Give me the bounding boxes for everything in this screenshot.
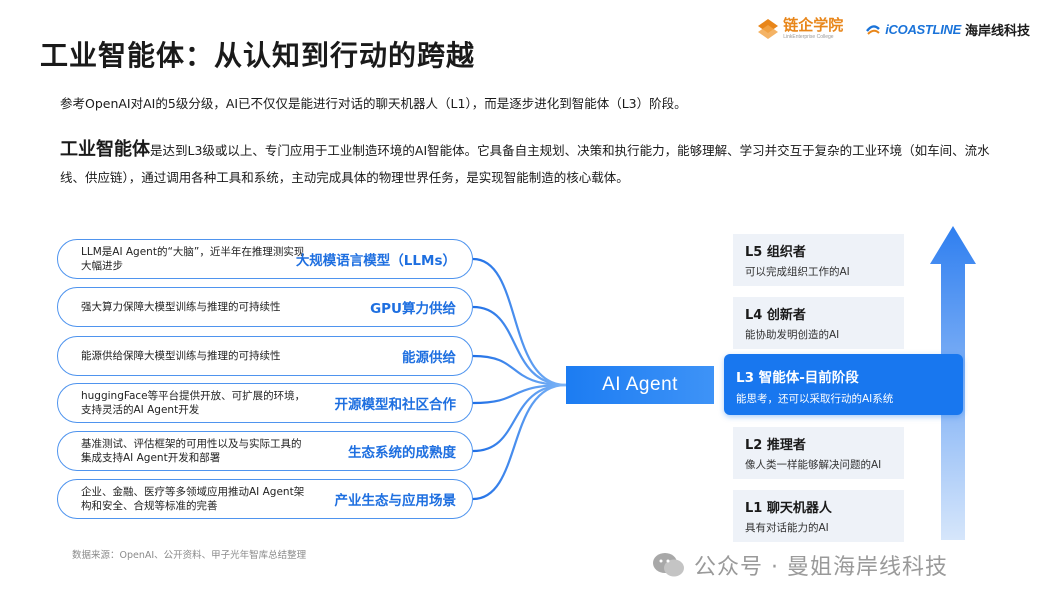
level-desc: 像人类一样能够解决问题的AI (745, 459, 882, 471)
level-card-current: L3 智能体-目前阶段能思考，还可以采取行动的AI系统 (724, 354, 963, 415)
level-title: L1 聊天机器人 (745, 501, 832, 516)
watermark-text: 公众号 · 曼姐海岸线科技 (694, 555, 948, 580)
level-card: L1 聊天机器人 具有对话能力的AI (733, 490, 904, 542)
level-card: L4 创新者能协助发明创造的AI (733, 297, 904, 349)
level-title: L2 推理者 (745, 438, 806, 453)
level-desc: 能协助发明创造的AI (745, 329, 840, 341)
level-desc: 能思考，还可以采取行动的AI系统 (736, 393, 894, 405)
level-title: L4 创新者 (745, 308, 806, 323)
slide: 工业智能体：从认知到行动的跨越 链企学院 LinkEnterprise Coll… (0, 0, 1054, 608)
level-title: L3 智能体-目前阶段 (736, 370, 859, 386)
watermark: 公众号 · 曼姐海岸线科技 (652, 549, 948, 581)
level-card: L5 组织者可以完成组织工作的AI (733, 234, 904, 286)
level-card: L2 推理者像人类一样能够解决问题的AI (733, 427, 904, 479)
level-desc: 具有对话能力的AI (745, 522, 829, 534)
data-source: 数据来源：OpenAI、公开资料、甲子光年智库总结整理 (72, 550, 307, 561)
level-title: L5 组织者 (745, 245, 806, 260)
level-desc: 可以完成组织工作的AI (745, 266, 850, 278)
wechat-icon (653, 553, 684, 577)
